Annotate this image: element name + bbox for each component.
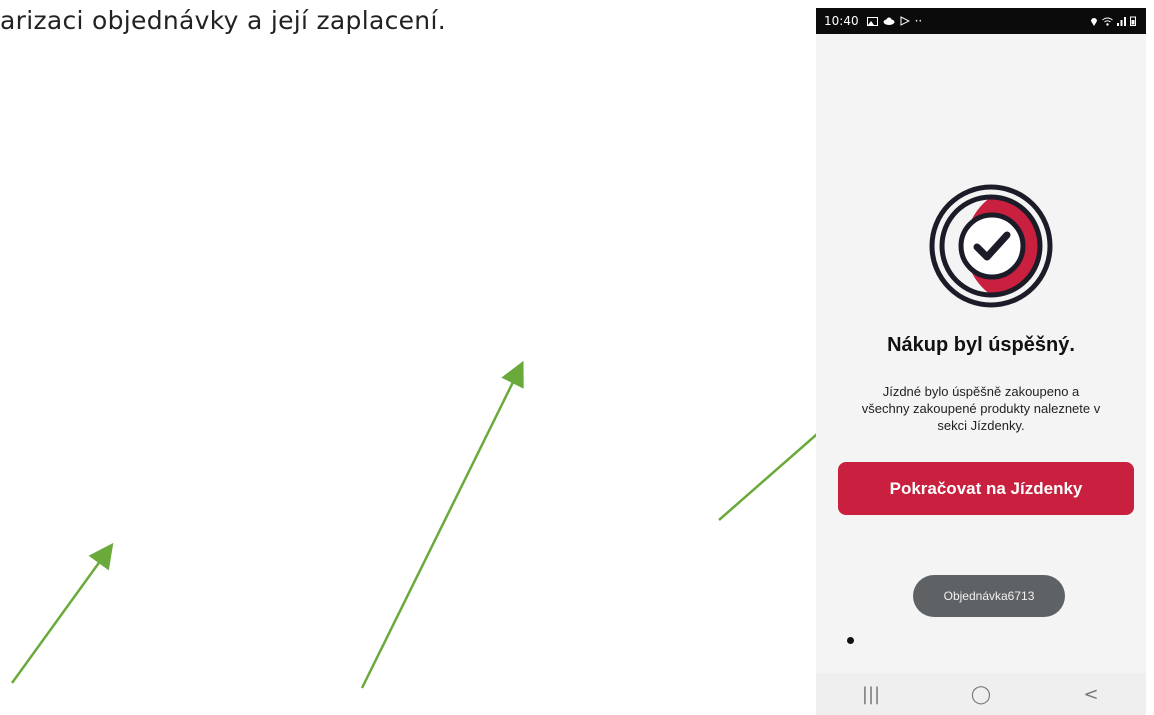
image-icon [866,16,878,26]
page-title: Nákup byl úspěšný. [887,334,1075,356]
back-button[interactable]: < [1061,684,1121,705]
status-icons-left: ·· [866,14,923,28]
play-icon [900,16,910,26]
location-icon [1091,18,1097,26]
description-line: Jízdné bylo úspěšně zakoupeno a [882,384,1080,399]
phone-screen: 10:40 ·· Nákup byl úspěšný. Jízdné bylo … [816,8,1146,715]
system-nav-bar: ||| ◯ < [816,673,1146,715]
success-description: Jízdné bylo úspěšně zakoupeno a všechny … [826,383,1136,434]
check-circle-icon [929,184,1053,308]
battery-icon [1130,16,1136,26]
continue-to-tickets-button[interactable]: Pokračovat na Jízdenky [838,462,1134,515]
recent-apps-button[interactable]: ||| [841,684,901,705]
signal-icon [1117,16,1126,26]
wifi-icon [1102,17,1113,26]
page-indicator-dot [847,637,854,644]
annotation-arrow-left [10,542,114,684]
more-dots-icon: ·· [914,14,923,28]
cloud-icon [883,17,895,25]
status-icons-right [1090,16,1136,26]
annotation-arrow-middle [360,360,524,689]
home-button[interactable]: ◯ [951,684,1011,705]
description-line: sekci Jízdenky. [937,418,1025,433]
description-line: všechny zakoupené produkty naleznete v [861,401,1101,416]
status-time: 10:40 [824,14,859,28]
status-bar: 10:40 ·· [816,8,1146,34]
toast-message: Objednávka6713 [913,575,1065,617]
